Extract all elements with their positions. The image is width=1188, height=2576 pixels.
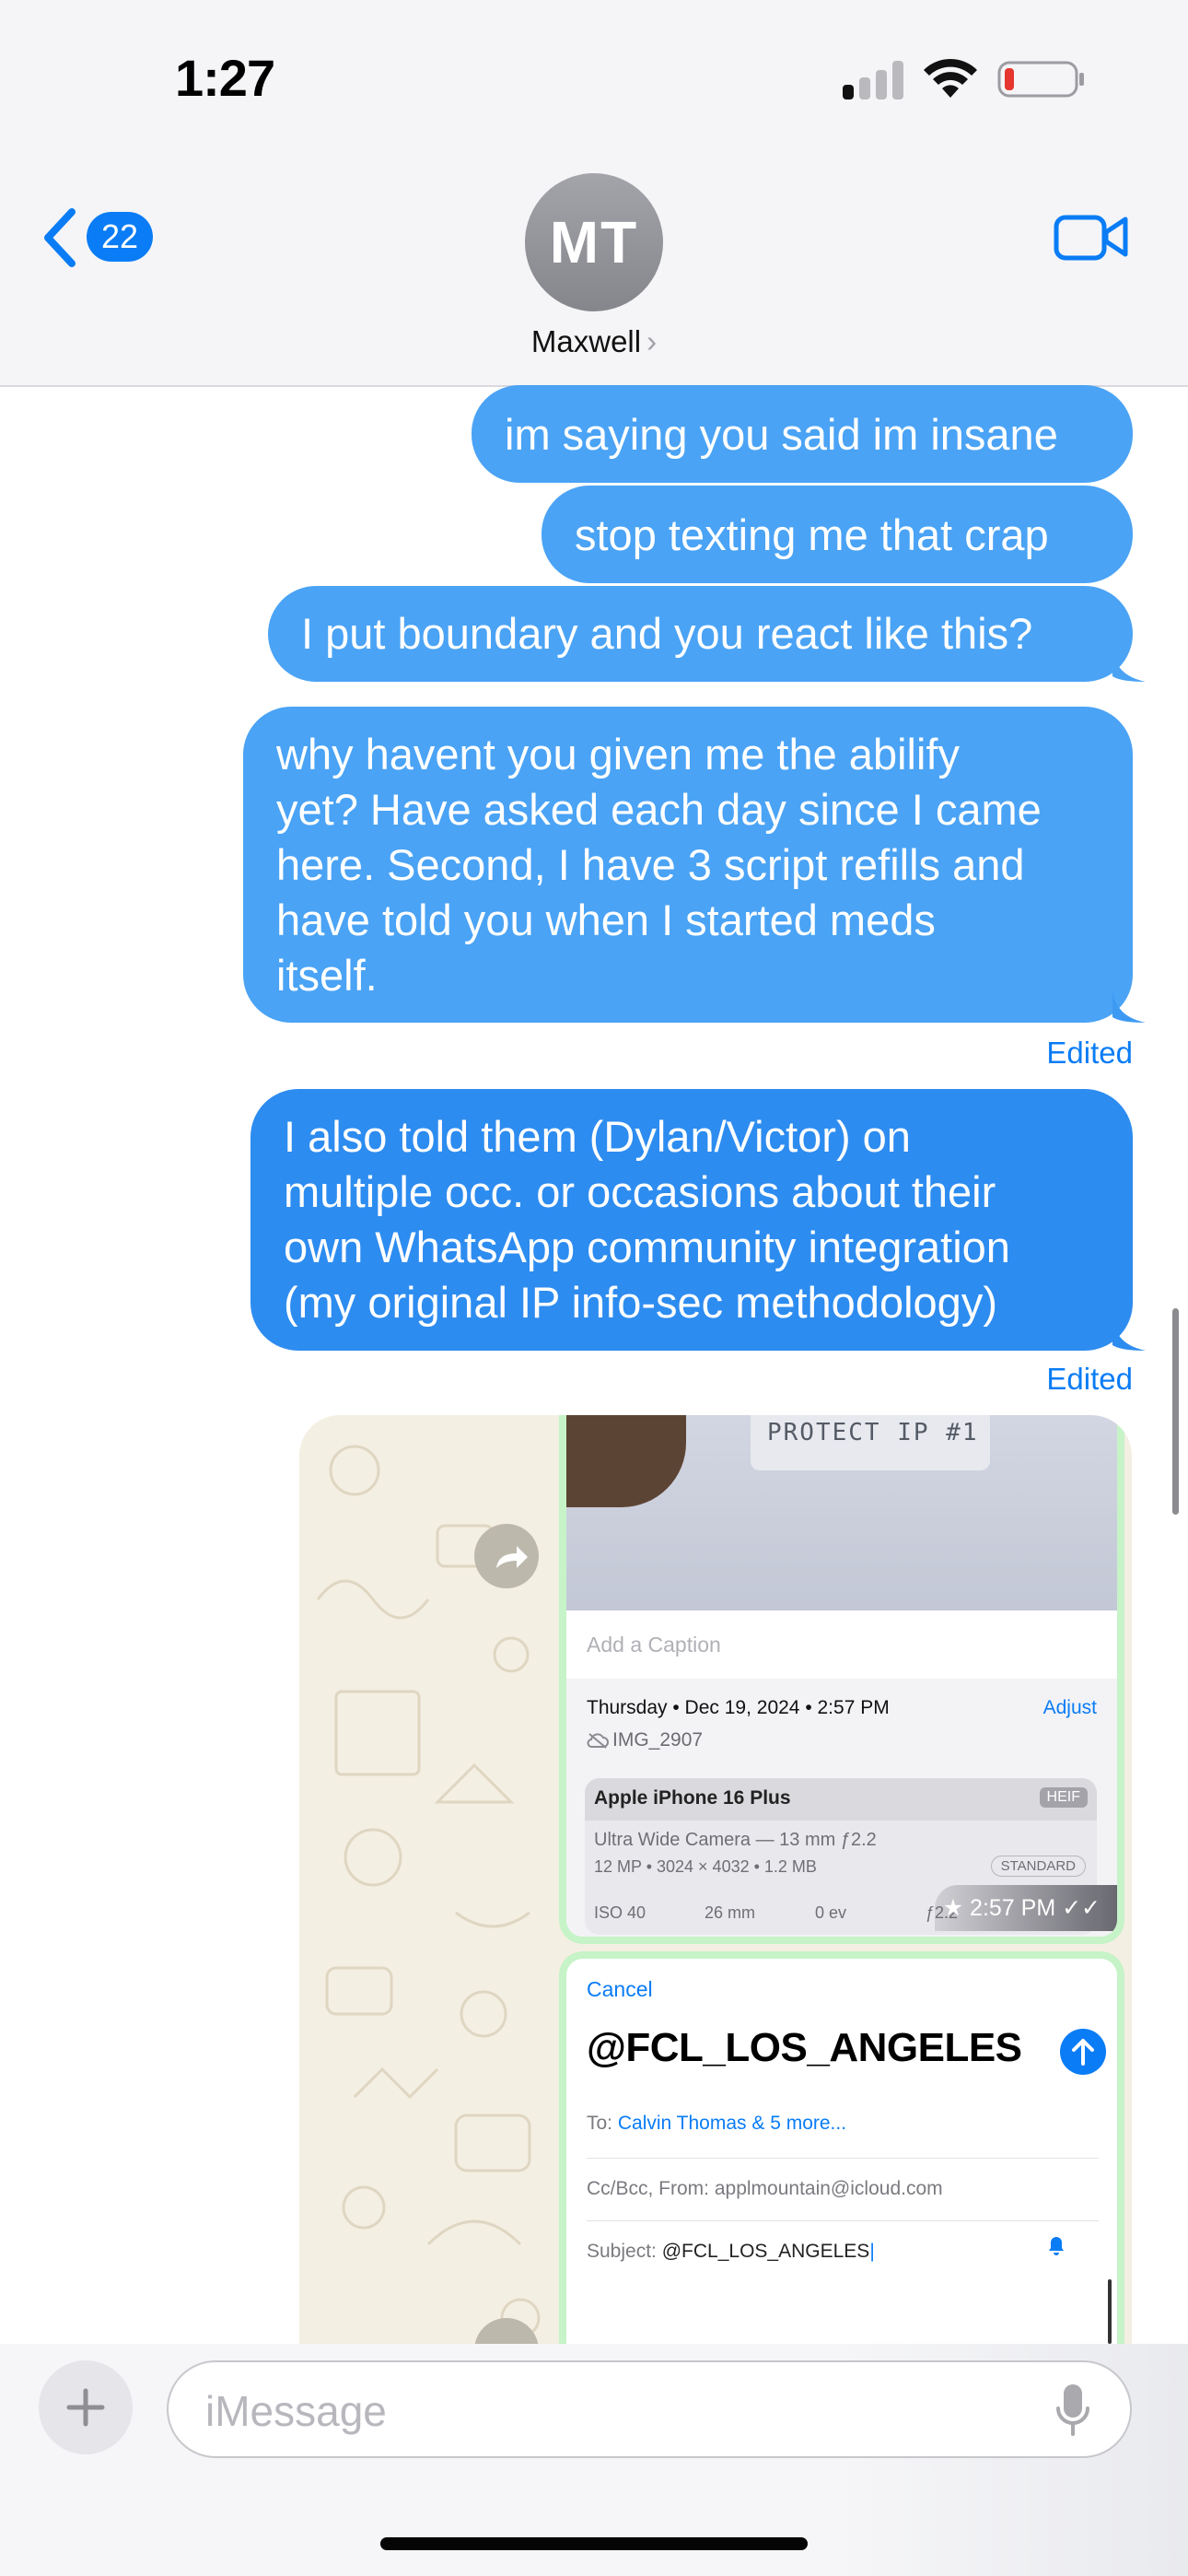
message-bubble[interactable]: I put boundary and you react like this?: [268, 586, 1146, 682]
message-text: I also told them (Dylan/Victor) on: [284, 1112, 911, 1161]
message-text: have told you when I started meds: [276, 896, 936, 944]
message-bubble[interactable]: stop texting me that crap: [542, 486, 1133, 583]
chevron-left-icon: [44, 208, 76, 267]
photo-finger: [566, 1415, 686, 1507]
contact-name-button[interactable]: Maxwell ›: [0, 324, 1188, 359]
mail-subject-row: Subject: @FCL_LOS_ANGELES|: [587, 2220, 1099, 2282]
image-attachment[interactable]: PROTECT IP #1 Add a Caption Thursday • D…: [299, 1415, 1132, 2348]
message-text: stop texting me that crap: [575, 510, 1049, 559]
message-bubble[interactable]: why havent you given me the abilify yet?…: [243, 707, 1146, 1023]
add-attachment-button[interactable]: [39, 2360, 133, 2454]
message-text: own WhatsApp community integration: [284, 1223, 1010, 1271]
bubble-tail: [1112, 991, 1146, 1023]
message-timestamp: ★ 2:57 PM ✓✓: [935, 1885, 1117, 1931]
message-text: why havent you given me the abilify: [276, 730, 960, 779]
photo-filename: IMG_2907: [612, 1729, 704, 1751]
wifi-icon: [924, 58, 977, 98]
mode-badge: STANDARD: [990, 1856, 1086, 1877]
back-button[interactable]: 22: [41, 205, 169, 269]
message-text: multiple occ. or occasions about their: [284, 1167, 996, 1216]
cellular-signal-icon: [843, 59, 903, 100]
message-bubble[interactable]: I also told them (Dylan/Victor) on multi…: [250, 1089, 1146, 1351]
edited-label[interactable]: Edited: [1046, 1362, 1133, 1397]
mail-scroll-indicator: [1108, 2279, 1112, 2344]
plus-icon: [66, 2388, 105, 2427]
microphone-icon[interactable]: [1054, 2383, 1091, 2438]
photo-preview: PROTECT IP #1: [566, 1415, 1117, 1610]
mail-to-row: To: Calvin Thomas & 5 more...: [587, 2113, 847, 2134]
status-time: 1:27: [175, 49, 275, 107]
bell-icon: [1049, 2237, 1064, 2255]
contact-name: Maxwell: [530, 324, 642, 358]
cancel-link: Cancel: [587, 1977, 653, 2001]
photo-info-card: PROTECT IP #1 Add a Caption Thursday • D…: [559, 1415, 1124, 1944]
message-text: yet? Have asked each day since I came: [276, 785, 1042, 834]
message-text: itself.: [276, 951, 378, 1000]
scrollbar[interactable]: [1172, 1308, 1179, 1515]
photo-paper-note: PROTECT IP #1: [751, 1415, 990, 1470]
mail-title: @FCL_LOS_ANGELES: [587, 2025, 1022, 2070]
message-text: im saying you said im insane: [505, 410, 1058, 459]
battery-icon: [997, 61, 1084, 98]
video-camera-icon[interactable]: [1054, 208, 1129, 265]
lens-info: Ultra Wide Camera — 13 mm ƒ2.2: [594, 1830, 877, 1850]
message-text: here. Second, I have 3 script refills an…: [276, 840, 1025, 889]
cloud-off-icon: [587, 1733, 609, 1749]
device-name: Apple iPhone 16 Plus: [594, 1787, 791, 1809]
forward-icon: [474, 1524, 539, 1588]
chevron-right-icon: ›: [646, 324, 658, 358]
message-bubble[interactable]: im saying you said im insane: [472, 385, 1133, 483]
send-arrow-icon: [1060, 2029, 1106, 2075]
exif-row: ISO 4026 mm0 evƒ2.2: [594, 1903, 958, 1922]
photo-date: Thursday • Dec 19, 2024 • 2:57 PM: [587, 1697, 890, 1718]
mail-cc-row: Cc/Bcc, From: applmountain@icloud.com: [587, 2158, 1099, 2219]
edited-label[interactable]: Edited: [1046, 1036, 1133, 1071]
bubble-tail: [1112, 650, 1146, 682]
format-badge: HEIF: [1039, 1787, 1088, 1808]
message-text: I put boundary and you react like this?: [301, 609, 1033, 658]
unread-count-badge: 22: [87, 212, 153, 262]
message-input[interactable]: iMessage: [167, 2360, 1132, 2458]
message-input-placeholder: iMessage: [205, 2387, 387, 2435]
caption-placeholder: Add a Caption: [587, 1633, 721, 1657]
adjust-link: Adjust: [1042, 1697, 1097, 1718]
mail-compose-card: Cancel @FCL_LOS_ANGELES To: Calvin Thoma…: [559, 1951, 1124, 2348]
contact-avatar[interactable]: MT: [525, 173, 663, 311]
bubble-tail: [1112, 1319, 1146, 1351]
message-text: (my original IP info-sec methodology): [284, 1278, 997, 1327]
resolution-info: 12 MP • 3024 × 4032 • 1.2 MB: [594, 1857, 817, 1876]
home-indicator: [380, 2537, 808, 2550]
